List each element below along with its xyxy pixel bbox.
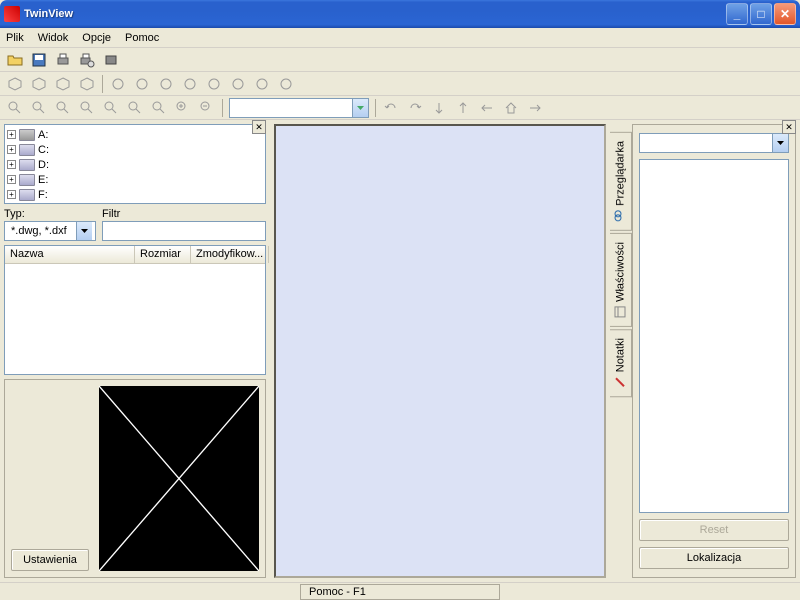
drive-item-e[interactable]: +E: (7, 172, 263, 187)
right-combo[interactable] (639, 133, 789, 153)
drive-item-c[interactable]: +C: (7, 142, 263, 157)
zoom5-icon[interactable] (102, 99, 120, 117)
zoom3-icon[interactable] (54, 99, 72, 117)
shade1-icon[interactable] (109, 75, 127, 93)
panel-close-left[interactable]: ✕ (252, 120, 266, 134)
filtr-label: Filtr (102, 208, 266, 220)
tab-notatki[interactable]: Notatki (610, 329, 632, 397)
preview-panel: Ustawienia (4, 379, 266, 578)
redo-icon[interactable] (406, 99, 424, 117)
pan-left-icon[interactable] (478, 99, 496, 117)
tab-przegladarka[interactable]: Przeglądarka (610, 132, 632, 231)
reset-button[interactable]: Reset (639, 519, 789, 541)
toolbar-view (0, 72, 800, 96)
menu-plik[interactable]: Plik (6, 32, 24, 44)
zoom1-icon[interactable] (6, 99, 24, 117)
zoom-in-icon[interactable] (174, 99, 192, 117)
maximize-button[interactable]: □ (750, 3, 772, 25)
window-icon[interactable] (102, 51, 120, 69)
typ-combo[interactable]: *.dwg, *.dxf (4, 221, 96, 241)
col-rozmiar[interactable]: Rozmiar (135, 246, 191, 263)
statusbar: Pomoc - F1 (0, 582, 800, 600)
cube-icon[interactable] (6, 75, 24, 93)
menubar: Plik Widok Opcje Pomoc (0, 28, 800, 48)
drive-item-d[interactable]: +D: (7, 157, 263, 172)
window-title: TwinView (24, 8, 726, 20)
save-icon[interactable] (30, 51, 48, 69)
pan-home-icon[interactable] (502, 99, 520, 117)
cube2-icon[interactable] (30, 75, 48, 93)
panel-close-right[interactable]: ✕ (782, 120, 796, 134)
shade6-icon[interactable] (229, 75, 247, 93)
settings-button[interactable]: Ustawienia (11, 549, 89, 571)
preview-box (99, 386, 259, 571)
toolbar-file (0, 48, 800, 72)
toolbar-zoom (0, 96, 800, 120)
filtr-input[interactable] (102, 221, 266, 241)
shade5-icon[interactable] (205, 75, 223, 93)
right-listbox[interactable] (639, 159, 789, 513)
pan-up-icon[interactable] (454, 99, 472, 117)
titlebar: TwinView _ □ ✕ (0, 0, 800, 28)
zoom2-icon[interactable] (30, 99, 48, 117)
zoom4-icon[interactable] (78, 99, 96, 117)
status-help: Pomoc - F1 (300, 584, 500, 600)
col-zmod[interactable]: Zmodyfikow... (191, 246, 269, 263)
print-icon[interactable] (54, 51, 72, 69)
app-icon (4, 6, 20, 22)
undo-icon[interactable] (382, 99, 400, 117)
cube3-icon[interactable] (54, 75, 72, 93)
left-panel: ✕ +A: +C: +D: +E: +F: Typ: *.dwg, *.dxf … (0, 120, 270, 582)
zoom6-icon[interactable] (126, 99, 144, 117)
shade3-icon[interactable] (157, 75, 175, 93)
shade8-icon[interactable] (277, 75, 295, 93)
right-panel: ✕ Przeglądarka Właściwości Notatki Reset… (610, 120, 800, 582)
shade7-icon[interactable] (253, 75, 271, 93)
print-setup-icon[interactable] (78, 51, 96, 69)
pan-down-icon[interactable] (430, 99, 448, 117)
tab-wlasciwosci[interactable]: Właściwości (610, 233, 632, 327)
shade4-icon[interactable] (181, 75, 199, 93)
drive-tree[interactable]: +A: +C: +D: +E: +F: (4, 124, 266, 204)
shade2-icon[interactable] (133, 75, 151, 93)
menu-widok[interactable]: Widok (38, 32, 69, 44)
minimize-button[interactable]: _ (726, 3, 748, 25)
col-nazwa[interactable]: Nazwa (5, 246, 135, 263)
zoom-combo[interactable] (229, 98, 369, 118)
open-icon[interactable] (6, 51, 24, 69)
drive-item-a[interactable]: +A: (7, 127, 263, 142)
zoom7-icon[interactable] (150, 99, 168, 117)
close-button[interactable]: ✕ (774, 3, 796, 25)
canvas[interactable] (274, 124, 606, 578)
file-list[interactable]: Nazwa Rozmiar Zmodyfikow... (4, 245, 266, 375)
typ-label: Typ: (4, 208, 96, 220)
menu-pomoc[interactable]: Pomoc (125, 32, 159, 44)
zoom-out-icon[interactable] (198, 99, 216, 117)
menu-opcje[interactable]: Opcje (82, 32, 111, 44)
pan-right-icon[interactable] (526, 99, 544, 117)
drive-item-f[interactable]: +F: (7, 187, 263, 202)
cube4-icon[interactable] (78, 75, 96, 93)
lokalizacja-button[interactable]: Lokalizacja (639, 547, 789, 569)
